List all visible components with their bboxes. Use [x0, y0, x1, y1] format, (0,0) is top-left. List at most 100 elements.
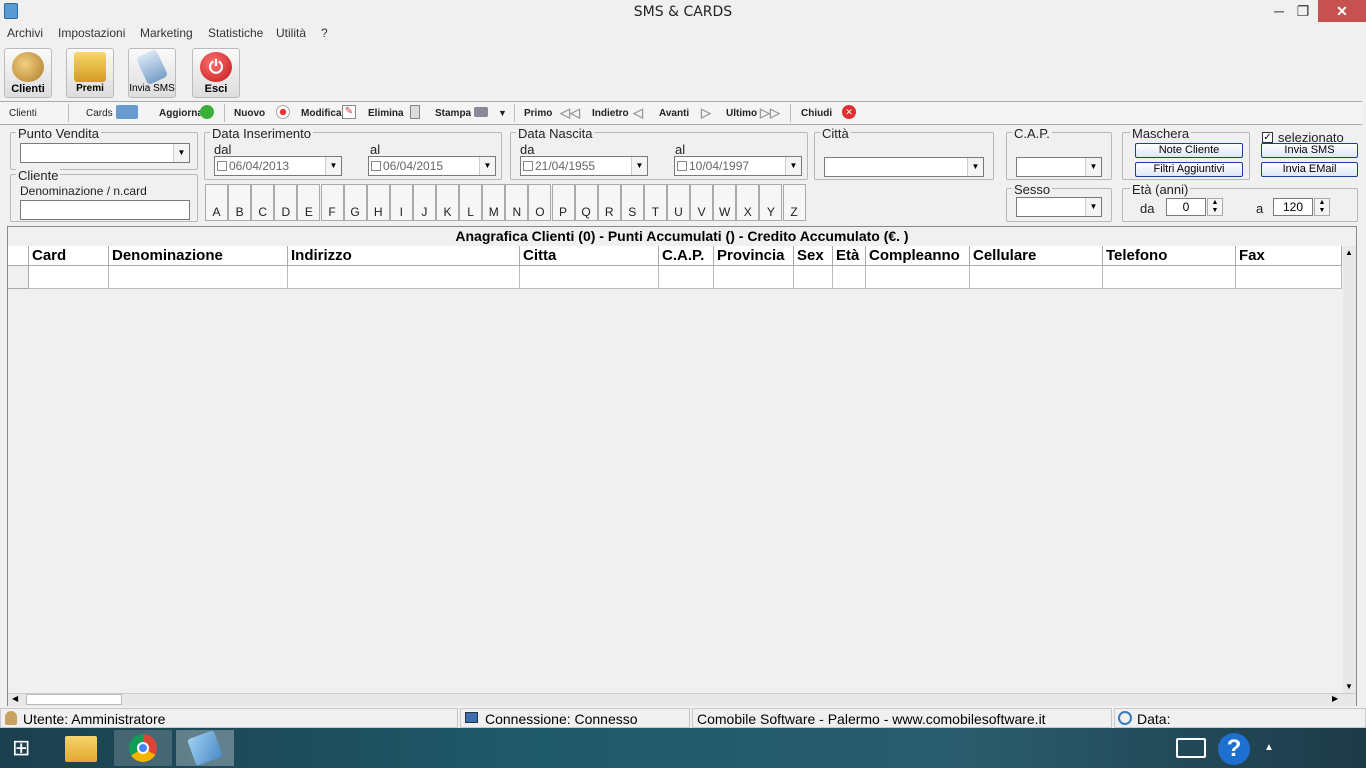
letter-button-e[interactable]: E: [297, 184, 321, 221]
checkbox-icon[interactable]: [677, 161, 687, 171]
letter-button-w[interactable]: W: [713, 184, 737, 221]
elimina-button[interactable]: Elimina: [368, 108, 404, 119]
letter-button-k[interactable]: K: [436, 184, 459, 221]
data-nascita-al-picker[interactable]: 10/04/1997 ▼: [674, 156, 802, 176]
letter-button-l[interactable]: L: [459, 184, 483, 221]
selezionato-checkbox[interactable]: ✓: [1262, 132, 1273, 143]
column-header-provincia[interactable]: Provincia: [714, 246, 794, 266]
filtri-aggiuntivi-button[interactable]: Filtri Aggiuntivi: [1135, 162, 1243, 177]
column-header-card[interactable]: Card: [29, 246, 109, 266]
scroll-left-icon[interactable]: ◀: [12, 694, 18, 703]
primo-button[interactable]: Primo: [524, 108, 552, 119]
column-header-et[interactable]: Età: [833, 246, 866, 266]
cards-button[interactable]: Cards: [86, 108, 113, 119]
letter-button-v[interactable]: V: [690, 184, 714, 221]
eta-da-input[interactable]: 0: [1166, 198, 1206, 216]
data-inserimento-al-picker[interactable]: 06/04/2015 ▼: [368, 156, 496, 176]
sesso-select[interactable]: ▼: [1016, 197, 1102, 217]
grid-cell[interactable]: [659, 266, 714, 289]
scroll-down-icon[interactable]: ▼: [1345, 682, 1353, 691]
letter-button-o[interactable]: O: [528, 184, 552, 221]
letter-button-g[interactable]: G: [343, 184, 367, 221]
cliente-search-input[interactable]: [20, 200, 190, 220]
data-nascita-da-picker[interactable]: 21/04/1955 ▼: [520, 156, 648, 176]
column-header-telefono[interactable]: Telefono: [1103, 246, 1236, 266]
invia-sms-button-small[interactable]: Invia SMS: [1261, 143, 1358, 158]
grid-cell[interactable]: [866, 266, 970, 289]
citta-select[interactable]: ▼: [824, 157, 984, 177]
column-header-indirizzo[interactable]: Indirizzo: [288, 246, 520, 266]
horizontal-scrollbar[interactable]: [8, 693, 1356, 706]
grid-cell[interactable]: [1103, 266, 1236, 289]
letter-button-p[interactable]: P: [551, 184, 575, 221]
close-button[interactable]: ✕: [1318, 0, 1366, 22]
letter-button-h[interactable]: H: [366, 184, 390, 221]
column-header-c-a-p[interactable]: C.A.P.: [659, 246, 714, 266]
column-header-denominazione[interactable]: Denominazione: [109, 246, 288, 266]
start-icon[interactable]: ⊞: [12, 736, 38, 760]
column-header-cellulare[interactable]: Cellulare: [970, 246, 1103, 266]
column-header-sex[interactable]: Sex: [794, 246, 833, 266]
nuovo-button[interactable]: Nuovo: [234, 108, 265, 119]
scroll-up-icon[interactable]: ▲: [1345, 248, 1353, 257]
grid-cell[interactable]: [970, 266, 1103, 289]
tray-arrow-icon[interactable]: ▲: [1264, 742, 1274, 753]
cap-select[interactable]: ▼: [1016, 157, 1102, 177]
premi-button[interactable]: Premi: [66, 48, 114, 98]
letter-button-q[interactable]: Q: [574, 184, 598, 221]
horizontal-scroll-thumb[interactable]: [26, 694, 122, 705]
letter-button-z[interactable]: Z: [782, 184, 806, 221]
grid-cell[interactable]: [29, 266, 109, 289]
grid-cell[interactable]: [109, 266, 288, 289]
letter-button-b[interactable]: B: [228, 184, 252, 221]
checkbox-icon[interactable]: [371, 161, 381, 171]
data-inserimento-dal-picker[interactable]: 06/04/2013 ▼: [214, 156, 342, 176]
menu-archivi[interactable]: Archivi: [7, 26, 43, 40]
column-header-citta[interactable]: Citta: [520, 246, 659, 266]
vertical-scrollbar[interactable]: [1343, 246, 1356, 693]
invia-sms-button[interactable]: Invia SMS: [128, 48, 176, 98]
letter-button-r[interactable]: R: [597, 184, 621, 221]
menu-help[interactable]: ?: [321, 26, 328, 40]
column-header-fax[interactable]: Fax: [1236, 246, 1342, 266]
sms-cards-icon[interactable]: [176, 730, 234, 766]
grid-cell[interactable]: [714, 266, 794, 289]
aggiorna-button[interactable]: Aggiorna: [159, 108, 203, 119]
clienti-button[interactable]: Clienti: [4, 48, 52, 98]
restore-button[interactable]: ❐: [1292, 0, 1314, 22]
letter-button-j[interactable]: J: [412, 184, 436, 221]
checkbox-icon[interactable]: [217, 161, 227, 171]
keyboard-icon[interactable]: [1176, 738, 1206, 758]
grid-cell[interactable]: [794, 266, 833, 289]
letter-button-a[interactable]: A: [205, 184, 228, 221]
grid-cell[interactable]: [520, 266, 659, 289]
minimize-button[interactable]: ─: [1268, 0, 1290, 22]
letter-button-m[interactable]: M: [482, 184, 506, 221]
letter-button-f[interactable]: F: [320, 184, 344, 221]
letter-button-i[interactable]: I: [389, 184, 413, 221]
letter-button-s[interactable]: S: [620, 184, 644, 221]
menu-utilita[interactable]: Utilità: [276, 26, 306, 40]
avanti-button[interactable]: Avanti: [659, 108, 689, 119]
modifica-button[interactable]: Modifica: [301, 108, 342, 119]
chiudi-button[interactable]: Chiudi: [801, 108, 832, 119]
spin-arrows-icon[interactable]: ▲ ▼: [1207, 198, 1223, 216]
menu-impostazioni[interactable]: Impostazioni: [58, 26, 125, 40]
help-icon[interactable]: ?: [1218, 733, 1250, 765]
note-cliente-button[interactable]: Note Cliente: [1135, 143, 1243, 158]
esci-button[interactable]: ⏻ Esci: [192, 48, 240, 98]
menu-marketing[interactable]: Marketing: [140, 26, 193, 40]
letter-button-y[interactable]: Y: [759, 184, 783, 221]
stampa-button[interactable]: Stampa: [435, 108, 471, 119]
ultimo-button[interactable]: Ultimo: [726, 108, 757, 119]
menu-statistiche[interactable]: Statistiche: [208, 26, 263, 40]
letter-button-d[interactable]: D: [274, 184, 298, 221]
spin-arrows-icon[interactable]: ▲ ▼: [1314, 198, 1330, 216]
scroll-right-icon[interactable]: ▶: [1332, 694, 1338, 703]
stampa-dropdown-icon[interactable]: ▼: [498, 108, 507, 118]
grid-cell[interactable]: [1236, 266, 1342, 289]
letter-button-u[interactable]: U: [667, 184, 690, 221]
checkbox-icon[interactable]: [523, 161, 533, 171]
letter-button-x[interactable]: X: [736, 184, 760, 221]
file-explorer-icon[interactable]: [52, 730, 110, 766]
